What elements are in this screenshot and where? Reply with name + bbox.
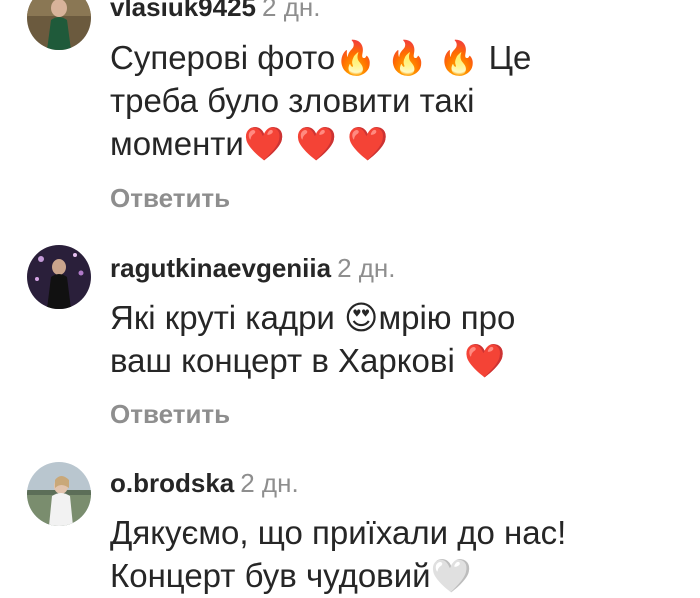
comment-text: Дякуємо, що приїхали до нас! Концерт був… (110, 511, 690, 597)
heart-eyes-emoji: 😍 (344, 298, 379, 337)
comment-line: треба було зловити такі (110, 82, 475, 119)
avatar[interactable] (27, 245, 91, 309)
avatar-image (27, 0, 91, 50)
avatar[interactable] (27, 0, 91, 50)
white-heart-emoji: 🤍 (430, 556, 472, 595)
comment-line: Суперові фото🔥 🔥 🔥 Це (110, 38, 532, 77)
fire-emoji: 🔥 🔥 🔥 (335, 38, 480, 77)
comment-time: 2 дн. (262, 0, 321, 22)
avatar-image (27, 245, 91, 309)
avatar-image (27, 462, 91, 526)
heart-emoji: ❤️ ❤️ ❤️ (243, 124, 389, 163)
comment-line: ваш концерт в Харкові ❤️ (110, 341, 506, 380)
comment-text: Суперові фото🔥 🔥 🔥 Це треба було зловити… (110, 36, 690, 165)
comment-time: 2 дн. (240, 468, 299, 498)
reply-button[interactable]: Ответить (110, 183, 230, 213)
comment-username[interactable]: vlasiuk9425 (110, 0, 256, 22)
comment-time: 2 дн. (337, 253, 396, 283)
heart-emoji: ❤️ (463, 341, 506, 380)
comment-username[interactable]: ragutkinaevgeniia (110, 253, 331, 283)
comment-line: Які круті кадри 😍мрію про (110, 298, 516, 337)
reply-button[interactable]: Ответить (110, 399, 230, 429)
comment-header: vlasiuk9425 2 дн. (110, 0, 320, 22)
comment-header: o.brodska 2 дн. (110, 468, 299, 498)
comment-header: ragutkinaevgeniia 2 дн. (110, 253, 396, 283)
comment-username[interactable]: o.brodska (110, 468, 234, 498)
comment-text: Які круті кадри 😍мрію про ваш концерт в … (110, 296, 690, 382)
comment-line: Дякуємо, що приїхали до нас! (110, 514, 567, 551)
comment-line: Концерт був чудовий🤍 (110, 556, 472, 595)
avatar[interactable] (27, 462, 91, 526)
comment-line: моменти❤️ ❤️ ❤️ (110, 124, 389, 163)
